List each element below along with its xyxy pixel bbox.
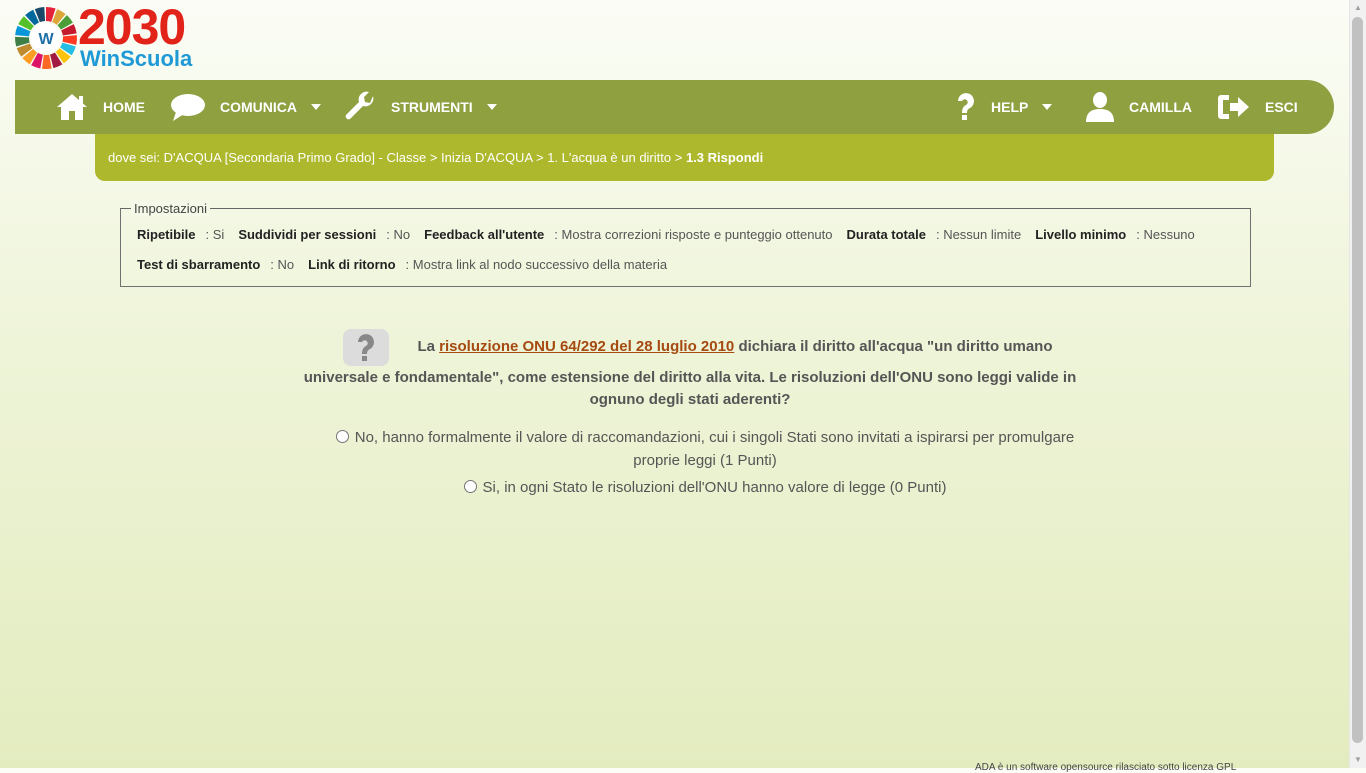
nav-esci[interactable]: ESCI	[1217, 80, 1298, 134]
answer-radio-2[interactable]	[463, 480, 477, 493]
nav-user[interactable]: CAMILLA	[1085, 80, 1192, 134]
feedback-label: Feedback all'utente	[424, 227, 545, 242]
nav-help[interactable]: HELP	[955, 80, 1053, 134]
logo[interactable]: W 2030 WinScuola	[14, 0, 214, 72]
nav-help-label: HELP	[991, 99, 1029, 115]
question-before: La	[417, 338, 440, 355]
feedback-value: : Mostra correzioni risposte e punteggio…	[554, 227, 833, 242]
answer-label-2: Si, in ogni Stato le risoluzioni dell'ON…	[482, 479, 947, 496]
question-line1: La risoluzione ONU 64/292 del 28 luglio …	[300, 336, 1080, 358]
vertical-scrollbar[interactable]: ▲ ▼	[1349, 0, 1366, 768]
question-text: La risoluzione ONU 64/292 del 28 luglio …	[300, 336, 1080, 411]
chevron-down-icon	[311, 104, 321, 110]
logo-brand: WinScuola	[80, 46, 193, 71]
question-rest: universale e fondamentale", come estensi…	[303, 369, 1077, 408]
answer-option-1[interactable]: No, hanno formalmente il valore di racco…	[330, 426, 1080, 472]
livello-label: Livello minimo	[1035, 227, 1127, 242]
wrench-icon	[343, 90, 377, 124]
sdg-wheel-icon: W	[15, 7, 77, 69]
livello-value: : Nessuno	[1136, 227, 1195, 242]
scroll-down-arrow-icon[interactable]: ▼	[1350, 752, 1366, 768]
logout-icon	[1217, 93, 1251, 121]
breadcrumb-prefix: dove sei:	[108, 150, 164, 165]
nav-home-label: HOME	[103, 99, 145, 115]
main-navbar: HOME COMUNICA STRUMENTI HELP CAMILLA ESC…	[15, 80, 1334, 134]
sbarramento-label: Test di sbarramento	[137, 257, 261, 272]
user-icon	[1085, 91, 1115, 123]
chevron-down-icon	[486, 104, 497, 110]
ritorno-value: : Mostra link al nodo successivo della m…	[405, 257, 668, 272]
ripetibile-label: Ripetibile	[137, 227, 196, 242]
sdg-wheel-segment	[42, 54, 52, 69]
chat-bubble-icon	[170, 92, 206, 122]
nav-strumenti[interactable]: STRUMENTI	[343, 80, 497, 134]
question-mark-icon	[955, 92, 977, 122]
scrollbar-thumb[interactable]	[1352, 17, 1363, 743]
question-after: dichiara il diritto all'acqua "un diritt…	[734, 338, 1053, 355]
resolution-link[interactable]: risoluzione ONU 64/292 del 28 luglio 201…	[439, 338, 734, 355]
answer-label-1: No, hanno formalmente il valore di racco…	[354, 429, 1075, 469]
nav-user-label: CAMILLA	[1129, 99, 1192, 115]
settings-row: Test di sbarramento : No Link di ritorno…	[137, 257, 681, 272]
home-icon	[55, 92, 89, 122]
sessioni-label: Suddividi per sessioni	[238, 227, 377, 242]
ripetibile-value: : Si	[205, 227, 225, 242]
durata-value: : Nessun limite	[935, 227, 1022, 242]
settings-legend: Impostazioni	[131, 201, 210, 216]
nav-home[interactable]: HOME	[55, 80, 145, 134]
answer-option-2[interactable]: Si, in ogni Stato le risoluzioni dell'ON…	[330, 476, 1080, 499]
nav-comunica[interactable]: COMUNICA	[170, 80, 321, 134]
scroll-up-arrow-icon[interactable]: ▲	[1350, 0, 1366, 16]
settings-row: Ripetibile : Si Suddividi per sessioni :…	[137, 227, 1209, 242]
nav-comunica-label: COMUNICA	[220, 99, 297, 115]
wheel-letter: W	[38, 31, 54, 48]
nav-strumenti-label: STRUMENTI	[391, 99, 473, 115]
breadcrumb-current: 1.3 Rispondi	[685, 150, 764, 165]
sessioni-value: : No	[386, 227, 411, 242]
durata-label: Durata totale	[846, 227, 926, 242]
settings-fieldset: Impostazioni Ripetibile : Si Suddividi p…	[120, 201, 1251, 287]
answer-radio-1[interactable]	[335, 430, 349, 443]
nav-esci-label: ESCI	[1265, 99, 1298, 115]
sbarramento-value: : No	[270, 257, 295, 272]
breadcrumb: dove sei: D'ACQUA [Secondaria Primo Grad…	[95, 134, 1274, 181]
breadcrumb-path[interactable]: D'ACQUA [Secondaria Primo Grado] - Class…	[164, 150, 686, 165]
chevron-down-icon	[1042, 104, 1053, 110]
ritorno-label: Link di ritorno	[308, 257, 396, 272]
